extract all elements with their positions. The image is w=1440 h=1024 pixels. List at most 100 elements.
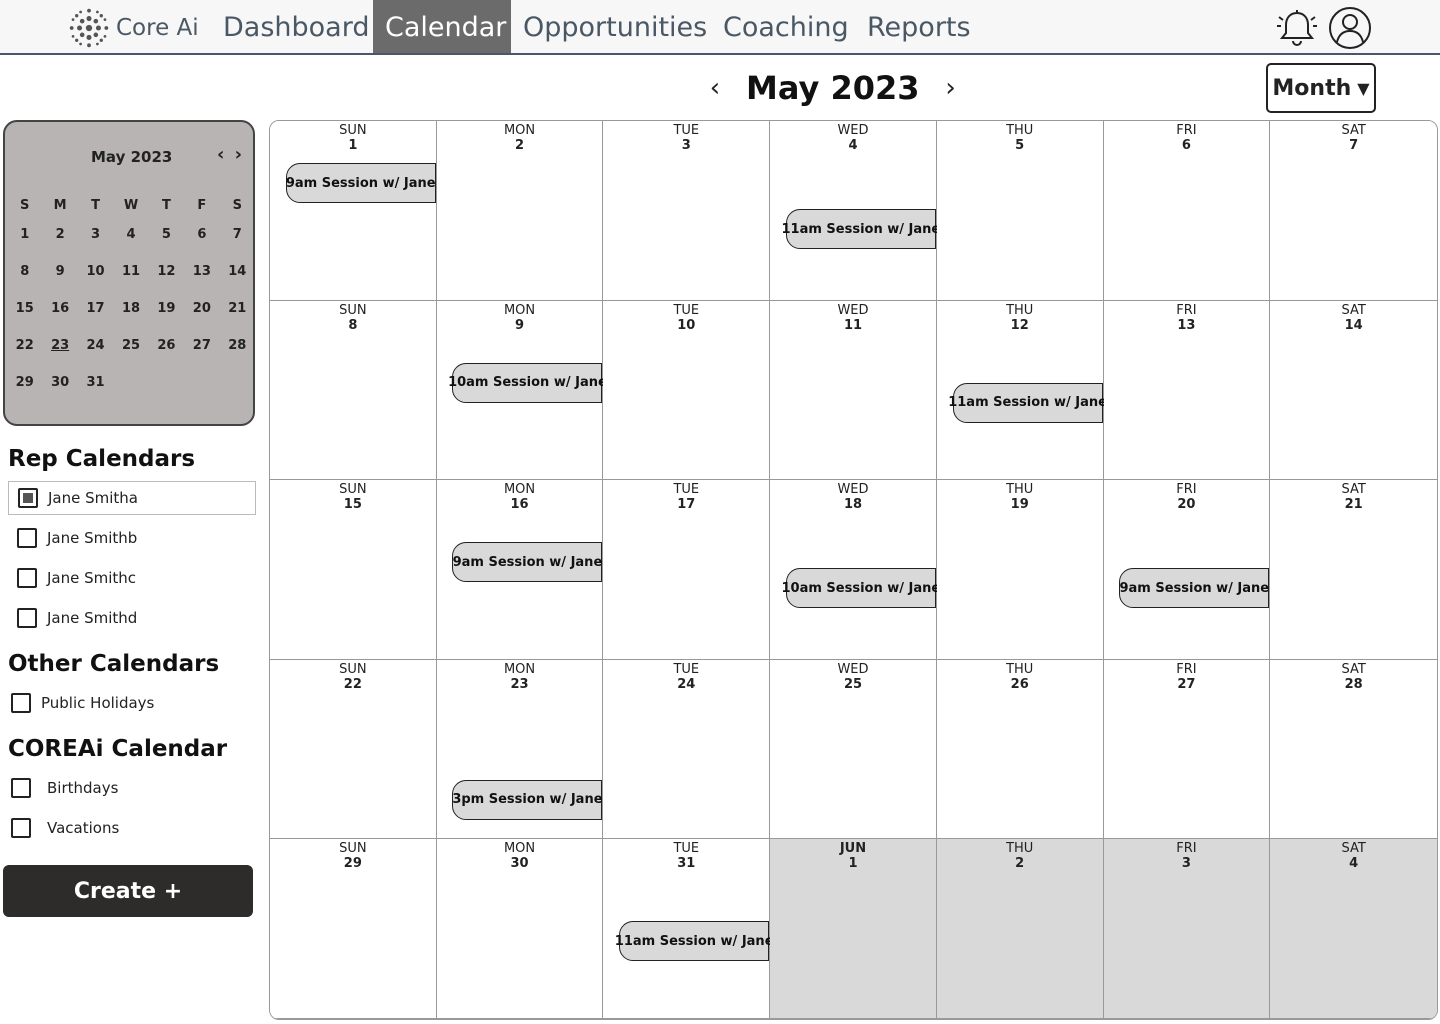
calendar-day-cell[interactable]: THU 5 — [936, 121, 1104, 301]
mini-day[interactable]: 26 — [149, 338, 184, 375]
event-chip[interactable]: 11am Session w/ Jane — [948, 382, 1107, 423]
calendar-day-cell[interactable]: WED 18 10am Session w/ Jane — [770, 480, 940, 660]
checkbox[interactable] — [11, 693, 31, 713]
coreai-calendar-row[interactable]: Vacations — [8, 811, 256, 845]
mini-day[interactable]: 16 — [42, 301, 77, 338]
event-chip[interactable]: 9am Session w/ Jane — [1119, 568, 1270, 609]
calendar-day-cell[interactable]: TUE 24 — [603, 659, 771, 840]
mini-day[interactable]: 23 — [42, 338, 77, 375]
mini-day[interactable]: 1 — [7, 227, 42, 264]
mini-day[interactable]: 31 — [78, 375, 113, 412]
calendar-day-cell[interactable]: MON 23 3pm Session w/ Jane — [436, 659, 604, 840]
create-button[interactable]: Create + — [3, 865, 253, 917]
calendar-day-cell[interactable]: FRI 3 — [1103, 839, 1271, 1019]
calendar-day-cell[interactable]: SAT 4 — [1270, 839, 1437, 1019]
event-chip[interactable]: 3pm Session w/ Jane — [452, 779, 603, 820]
calendar-day-cell[interactable]: THU 19 — [936, 480, 1104, 660]
calendar-day-cell[interactable]: WED 4 11am Session w/ Jane — [770, 121, 940, 301]
calendar-day-cell[interactable]: THU 12 11am Session w/ Jane — [936, 300, 1107, 481]
mini-day[interactable]: 8 — [7, 264, 42, 301]
calendar-day-cell[interactable]: SUN 15 — [270, 480, 437, 660]
mini-day[interactable]: 4 — [113, 227, 148, 264]
checkbox[interactable] — [17, 528, 37, 548]
calendar-day-cell[interactable]: MON 2 — [436, 121, 604, 301]
next-month-button[interactable]: › — [936, 73, 966, 103]
calendar-day-cell[interactable]: SUN 8 — [270, 300, 437, 481]
mini-day[interactable]: 22 — [7, 338, 42, 375]
calendar-day-cell[interactable]: SAT 21 — [1270, 480, 1437, 660]
nav-dashboard[interactable]: Dashboard — [211, 0, 381, 53]
calendar-day-cell[interactable]: TUE 10 — [603, 300, 771, 481]
mini-day[interactable]: 6 — [184, 227, 219, 264]
rep-calendar-row[interactable]: Jane Smithc — [8, 561, 256, 595]
mini-day[interactable]: 5 — [149, 227, 184, 264]
calendar-day-cell[interactable]: SUN 22 — [270, 659, 437, 840]
calendar-day-cell[interactable]: MON 30 — [436, 839, 604, 1019]
mini-day[interactable]: 24 — [78, 338, 113, 375]
calendar-day-cell[interactable]: SUN 1 9am Session w/ Jane — [270, 121, 437, 301]
mini-day[interactable]: 28 — [220, 338, 255, 375]
event-chip[interactable]: 11am Session w/ Jane — [781, 209, 940, 249]
mini-day[interactable]: 13 — [184, 264, 219, 301]
rep-calendar-row[interactable]: Jane Smitha — [8, 481, 256, 515]
mini-day[interactable]: 12 — [149, 264, 184, 301]
calendar-day-cell[interactable]: FRI 27 — [1103, 659, 1271, 840]
checkbox[interactable] — [11, 778, 31, 798]
mini-day[interactable]: 10 — [78, 264, 113, 301]
calendar-day-cell[interactable]: SAT 14 — [1270, 300, 1437, 481]
mini-day[interactable]: 2 — [42, 227, 77, 264]
mini-day[interactable]: 17 — [78, 301, 113, 338]
mini-day[interactable]: 21 — [220, 301, 255, 338]
coreai-calendar-row[interactable]: Birthdays — [8, 771, 256, 805]
calendar-day-cell[interactable]: SAT 28 — [1270, 659, 1437, 840]
rep-calendar-row[interactable]: Jane Smithd — [8, 601, 256, 635]
calendar-day-cell[interactable]: MON 9 10am Session w/ Jane — [436, 300, 607, 481]
nav-coaching[interactable]: Coaching — [711, 0, 861, 53]
calendar-day-cell[interactable]: FRI 20 9am Session w/ Jane — [1103, 480, 1271, 660]
calendar-day-cell[interactable]: TUE 31 11am Session w/ Jane — [603, 839, 774, 1019]
mini-day[interactable]: 3 — [78, 227, 113, 264]
mini-day[interactable]: 30 — [42, 375, 77, 412]
mini-day[interactable]: 7 — [220, 227, 255, 264]
event-chip[interactable]: 9am Session w/ Jane — [452, 542, 603, 583]
calendar-day-cell[interactable]: FRI 13 — [1103, 300, 1271, 481]
event-chip[interactable]: 11am Session w/ Jane — [615, 921, 774, 962]
calendar-day-cell[interactable]: JUN 1 — [770, 839, 937, 1019]
event-chip[interactable]: 10am Session w/ Jane — [781, 568, 940, 609]
checkbox[interactable] — [18, 488, 38, 508]
event-chip[interactable]: 9am Session w/ Jane — [285, 163, 436, 203]
calendar-day-cell[interactable]: SAT 7 — [1270, 121, 1437, 301]
calendar-day-cell[interactable]: TUE 17 — [603, 480, 771, 660]
calendar-day-cell[interactable]: TUE 3 — [603, 121, 771, 301]
calendar-day-cell[interactable]: SUN 29 — [270, 839, 437, 1019]
logo[interactable]: Core Ai — [68, 8, 199, 48]
mini-day[interactable]: 25 — [113, 338, 148, 375]
mini-day[interactable]: 20 — [184, 301, 219, 338]
user-avatar-icon[interactable] — [1328, 6, 1372, 50]
rep-calendar-row[interactable]: Jane Smithb — [8, 521, 256, 555]
checkbox[interactable] — [11, 818, 31, 838]
checkbox[interactable] — [17, 568, 37, 588]
bell-icon[interactable] — [1276, 8, 1318, 48]
calendar-day-cell[interactable]: THU 2 — [936, 839, 1104, 1019]
mini-day[interactable]: 14 — [220, 264, 255, 301]
other-calendar-row[interactable]: Public Holidays — [8, 686, 256, 720]
mini-day[interactable]: 11 — [113, 264, 148, 301]
nav-calendar[interactable]: Calendar — [373, 0, 511, 53]
calendar-day-cell[interactable]: WED 25 — [770, 659, 937, 840]
nav-reports[interactable]: Reports — [855, 0, 983, 53]
mini-day[interactable]: 29 — [7, 375, 42, 412]
event-chip[interactable]: 10am Session w/ Jane — [448, 362, 607, 403]
mini-day[interactable]: 9 — [42, 264, 77, 301]
calendar-day-cell[interactable]: FRI 6 — [1103, 121, 1271, 301]
calendar-day-cell[interactable]: THU 26 — [936, 659, 1104, 840]
checkbox[interactable] — [17, 608, 37, 628]
mini-day[interactable]: 15 — [7, 301, 42, 338]
calendar-day-cell[interactable]: MON 16 9am Session w/ Jane — [436, 480, 604, 660]
mini-day[interactable]: 27 — [184, 338, 219, 375]
prev-month-button[interactable]: ‹ — [700, 73, 730, 103]
mini-day[interactable]: 19 — [149, 301, 184, 338]
nav-opportunities[interactable]: Opportunities — [511, 0, 719, 53]
mini-calendar-arrows[interactable]: ‹ › — [217, 144, 244, 165]
calendar-day-cell[interactable]: WED 11 — [770, 300, 937, 481]
